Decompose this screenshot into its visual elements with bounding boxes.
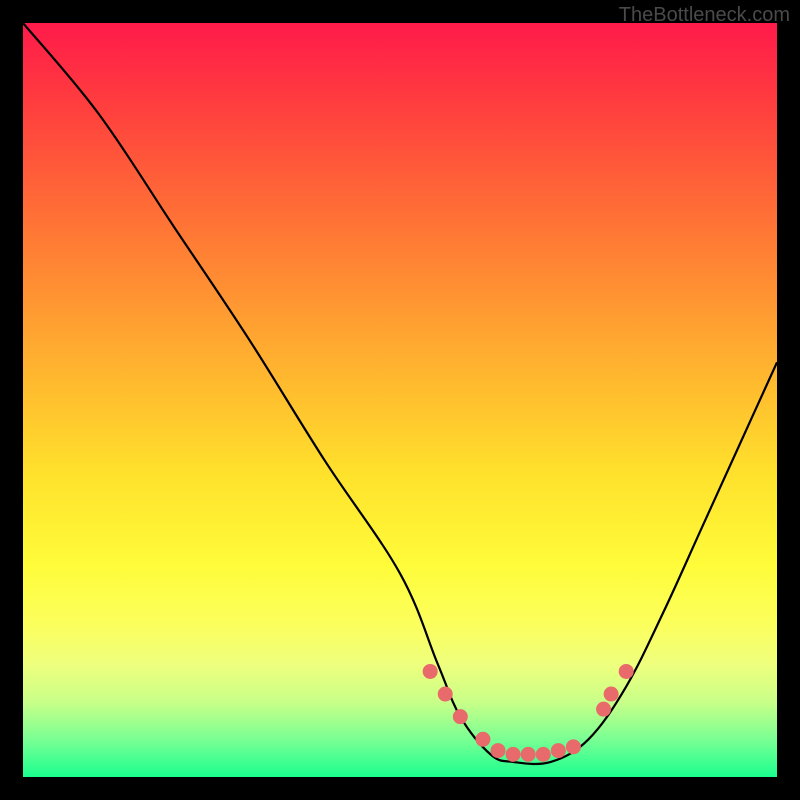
marker-dot [521, 747, 536, 762]
marker-dot [438, 687, 453, 702]
marker-dot [566, 739, 581, 754]
marker-dot [596, 702, 611, 717]
marker-dot [551, 743, 566, 758]
marker-dot [475, 732, 490, 747]
marker-dot [423, 664, 438, 679]
marker-dot [604, 687, 619, 702]
chart-svg [23, 23, 777, 777]
plot-area [23, 23, 777, 777]
curve-line [23, 23, 777, 764]
marker-dot [506, 747, 521, 762]
marker-dot [453, 709, 468, 724]
watermark-text: TheBottleneck.com [619, 4, 790, 27]
marker-dots [423, 664, 634, 762]
chart-container: TheBottleneck.com [0, 0, 800, 800]
marker-dot [619, 664, 634, 679]
marker-dot [536, 747, 551, 762]
marker-dot [491, 743, 506, 758]
